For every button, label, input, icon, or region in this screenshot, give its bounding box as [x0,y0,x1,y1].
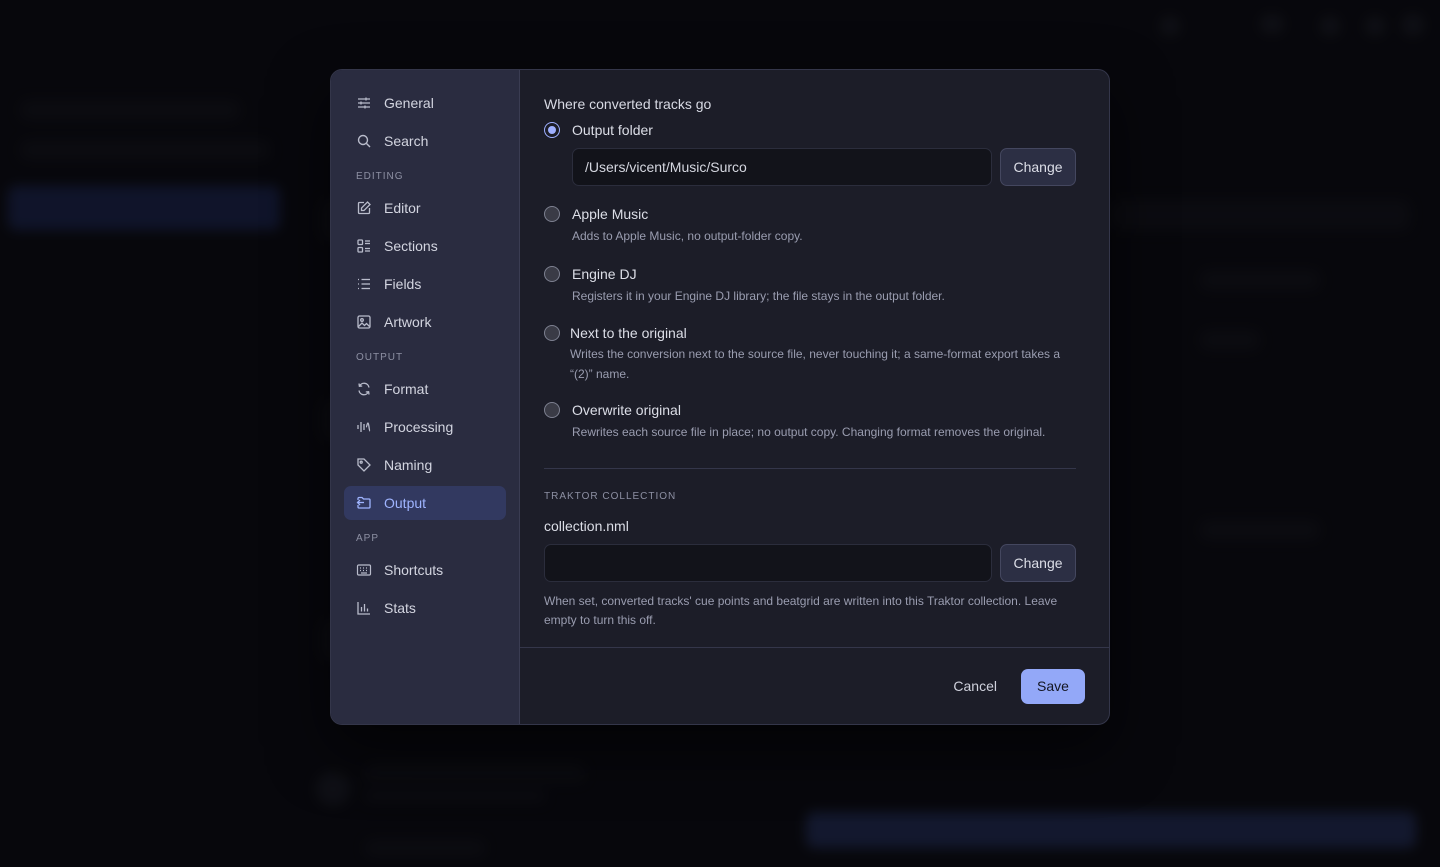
option-overwrite-original[interactable]: Overwrite original [544,400,1076,420]
sidebar-item-format[interactable]: Format [344,372,506,406]
option-label: Overwrite original [572,402,681,418]
search-icon [356,133,372,149]
sidebar-item-naming[interactable]: Naming [344,448,506,482]
sidebar-item-artwork[interactable]: Artwork [344,305,506,339]
option-description: Rewrites each source file in place; no o… [572,425,1046,439]
option-description: Registers it in your Engine DJ library; … [572,289,945,303]
sidebar-item-fields[interactable]: Fields [344,267,506,301]
traktor-path-row: Change [544,544,1076,582]
option-engine-dj[interactable]: Engine DJ [544,264,1076,284]
sidebar-item-label: Processing [384,419,454,435]
traktor-help-text: When set, converted tracks' cue points a… [544,594,1058,627]
radio-output-folder[interactable] [544,122,560,138]
option-description: Writes the conversion next to the source… [570,347,1061,381]
image-icon [356,314,372,330]
sidebar-item-output[interactable]: Output [344,486,506,520]
traktor-collection-field[interactable] [544,544,992,582]
sidebar-item-label: Output [384,495,427,511]
sidebar-item-label: Sections [384,238,438,254]
section-divider [544,468,1076,469]
output-path-row: /Users/vicent/Music/Surco Change [572,148,1076,186]
bar-chart-icon [356,600,372,616]
option-output-folder[interactable]: Output folder [544,120,1076,140]
option-apple-music[interactable]: Apple Music [544,204,1076,224]
sidebar-item-label: Naming [384,457,433,473]
sidebar-section-app: APP [356,533,380,544]
sidebar-item-label: Editor [384,200,421,216]
waveform-icon [356,419,372,435]
sidebar-item-stats[interactable]: Stats [344,591,506,625]
traktor-field-label: collection.nml [544,518,629,534]
sidebar-item-editor[interactable]: Editor [344,191,506,225]
sidebar-item-label: Artwork [384,314,432,330]
option-label: Next to the original [570,325,687,341]
edit-icon [356,200,372,216]
list-icon [356,276,372,292]
sidebar-item-sections[interactable]: Sections [344,229,506,263]
output-path-field[interactable]: /Users/vicent/Music/Surco [572,148,992,186]
radio-engine-dj[interactable] [544,266,560,282]
settings-dialog: General Search EDITING Editor Sections F… [330,69,1110,725]
sidebar-item-search[interactable]: Search [344,124,506,158]
radio-apple-music[interactable] [544,206,560,222]
sidebar-item-label: Format [384,381,429,397]
option-label: Engine DJ [572,266,637,282]
sidebar-item-label: Search [384,133,429,149]
keyboard-icon [356,562,372,578]
change-traktor-button[interactable]: Change [1000,544,1076,582]
sidebar-item-shortcuts[interactable]: Shortcuts [344,553,506,587]
sidebar-item-label: Stats [384,600,416,616]
sidebar-item-label: Shortcuts [384,562,444,578]
option-next-to-original[interactable]: Next to the original [544,323,1076,343]
sections-icon [356,238,372,254]
option-label: Apple Music [572,206,649,222]
sidebar-section-output: OUTPUT [356,352,404,363]
sidebar-item-processing[interactable]: Processing [344,410,506,444]
sidebar-item-label: Fields [384,276,422,292]
save-button[interactable]: Save [1021,668,1085,704]
option-label: Output folder [572,122,653,138]
sliders-icon [356,95,372,111]
option-description: Adds to Apple Music, no output-folder co… [572,229,803,243]
destination-title: Where converted tracks go [544,96,712,112]
tag-icon [356,457,372,473]
radio-next-to-original[interactable] [544,325,560,341]
traktor-section-label: TRAKTOR COLLECTION [544,491,677,502]
output-icon [356,495,372,511]
settings-content: Where converted tracks go Output folder … [520,70,1109,724]
refresh-icon [356,381,372,397]
sidebar-item-general[interactable]: General [344,86,506,120]
change-output-button[interactable]: Change [1000,148,1076,186]
cancel-button[interactable]: Cancel [953,678,997,694]
sidebar-item-label: General [384,95,434,111]
sidebar-section-editing: EDITING [356,171,404,182]
settings-sidebar: General Search EDITING Editor Sections F… [331,70,520,724]
dialog-footer: Cancel Save [520,647,1109,724]
radio-overwrite-original[interactable] [544,402,560,418]
